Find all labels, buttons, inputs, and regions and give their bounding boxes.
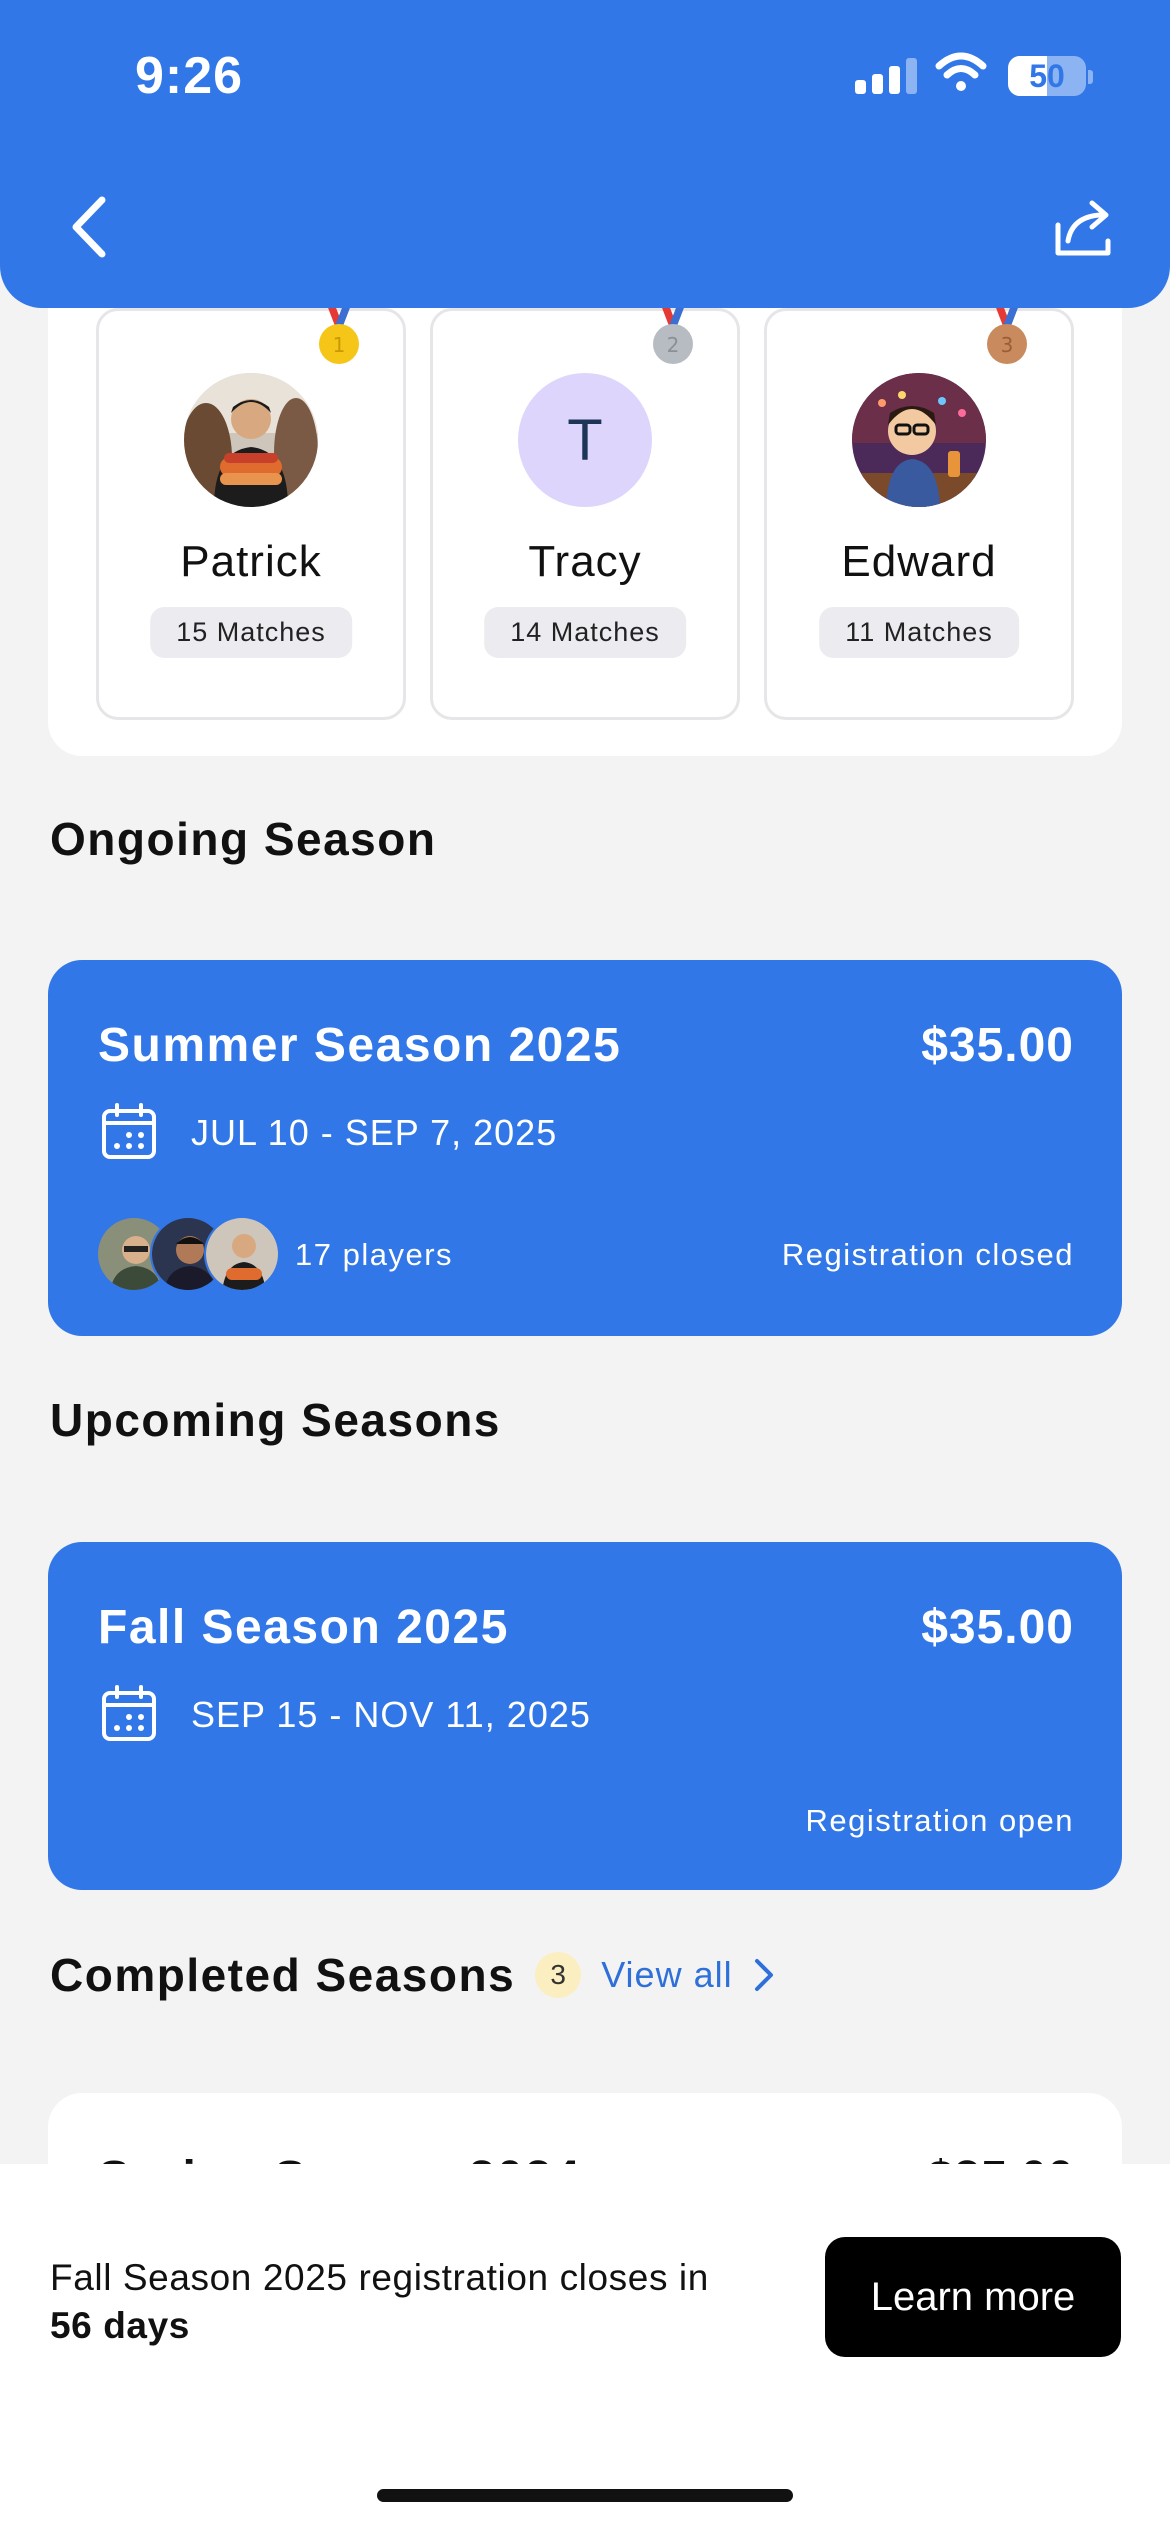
season-price: $35.00 — [921, 1601, 1074, 1654]
leader-name: Tracy — [528, 537, 642, 586]
leader-card-tracy[interactable]: T Tracy 14 Matches — [430, 308, 740, 720]
avatar — [204, 1216, 280, 1292]
player-avatars — [96, 1216, 296, 1292]
chevron-right-icon[interactable] — [751, 1957, 777, 1993]
leader-card-edward[interactable]: Edward 11 Matches — [764, 308, 1074, 720]
completed-seasons-row: Completed Seasons 3 View all — [50, 1945, 777, 2005]
battery-icon: 50 — [1008, 56, 1086, 96]
avatar-tracy: T — [518, 373, 652, 507]
ongoing-season-card[interactable]: Summer Season 2025 $35.00 JUL 10 - SEP 7… — [48, 960, 1122, 1336]
season-name: Fall Season 2025 — [98, 1601, 509, 1654]
leader-card-patrick[interactable]: Patrick 15 Matches — [96, 308, 406, 720]
learn-more-button[interactable]: Learn more — [825, 2237, 1121, 2357]
svg-text:3: 3 — [1001, 333, 1014, 357]
matches-badge: 15 Matches — [150, 607, 352, 658]
battery-tip — [1088, 70, 1093, 84]
calendar-icon — [102, 1685, 156, 1741]
status-time: 9:26 — [135, 47, 244, 105]
avatar-patrick — [184, 373, 318, 507]
banner-message: Fall Season 2025 registration closes in … — [50, 2254, 709, 2350]
share-icon[interactable] — [1050, 195, 1120, 261]
calendar-icon — [102, 1103, 156, 1159]
season-name: Summer Season 2025 — [98, 1019, 622, 1072]
avatar-edward — [852, 373, 986, 507]
season-dates: JUL 10 - SEP 7, 2025 — [191, 1112, 558, 1153]
registration-status: Registration closed — [781, 1237, 1074, 1272]
svg-text:1: 1 — [333, 333, 346, 357]
upcoming-seasons-heading: Upcoming Seasons — [50, 1394, 501, 1446]
back-chevron-icon[interactable] — [60, 192, 120, 262]
upcoming-season-card[interactable]: Fall Season 2025 $35.00 SEP 15 - NOV 11,… — [48, 1542, 1122, 1890]
leader-name: Edward — [841, 537, 997, 586]
gold-medal-icon: 1 — [319, 300, 359, 364]
completed-seasons-heading: Completed Seasons — [50, 1949, 516, 2001]
ongoing-season-heading: Ongoing Season — [50, 813, 437, 865]
app-header: 9:26 50 — [0, 0, 1170, 308]
home-indicator[interactable] — [377, 2489, 793, 2502]
view-all-link[interactable]: View all — [601, 1954, 732, 1996]
matches-badge: 11 Matches — [819, 607, 1019, 658]
season-dates: SEP 15 - NOV 11, 2025 — [191, 1694, 591, 1735]
leader-name: Patrick — [180, 537, 322, 586]
cellular-signal-icon — [855, 58, 917, 94]
wifi-icon — [935, 52, 987, 91]
banner-text: Fall Season 2025 registration closes in — [50, 2257, 709, 2298]
season-price: $35.00 — [921, 1019, 1074, 1072]
banner-days: 56 days — [50, 2305, 190, 2346]
registration-banner: Fall Season 2025 registration closes in … — [0, 2164, 1170, 2532]
bronze-medal-icon: 3 — [987, 300, 1027, 364]
screen: Patrick 15 Matches T Tracy 14 Matches Ed… — [0, 0, 1170, 2532]
completed-count-badge: 3 — [535, 1952, 582, 1998]
matches-badge: 14 Matches — [484, 607, 686, 658]
battery-level: 50 — [1029, 58, 1065, 94]
registration-status: Registration open — [805, 1803, 1074, 1838]
silver-medal-icon: 2 — [653, 300, 693, 364]
players-count: 17 players — [295, 1237, 454, 1272]
avatar-initial: T — [567, 407, 603, 473]
svg-text:2: 2 — [667, 333, 680, 357]
